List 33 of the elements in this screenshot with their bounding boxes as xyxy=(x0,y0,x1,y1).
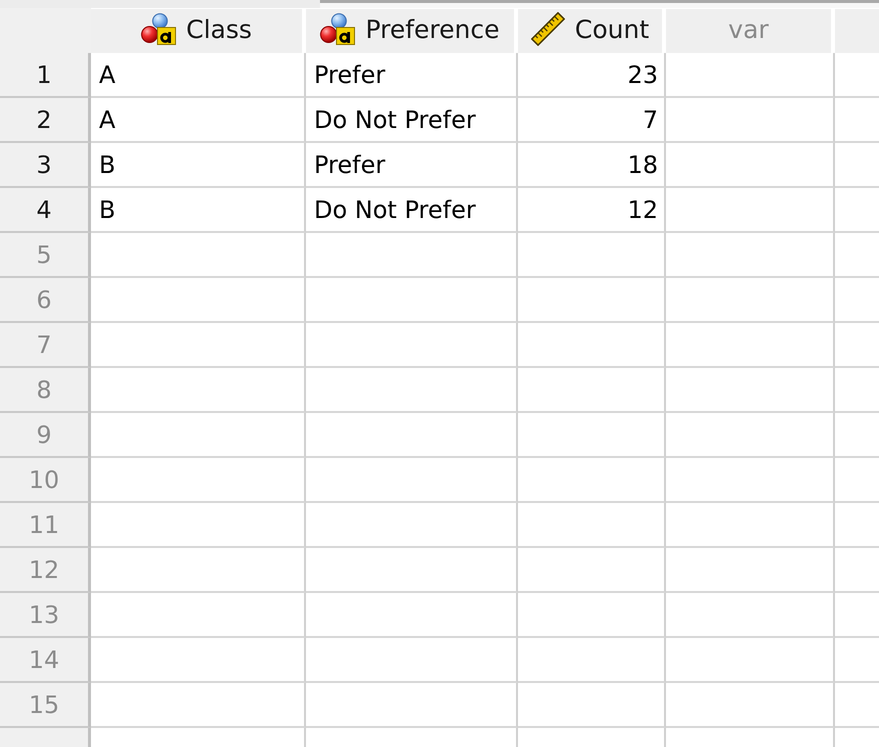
row-header: 4 xyxy=(0,188,91,233)
table-cell: A xyxy=(91,53,306,98)
table-cell: B xyxy=(91,143,306,188)
balls-icon xyxy=(141,13,176,45)
row-header: 7 xyxy=(0,323,91,368)
table-cell: 12 xyxy=(518,188,666,233)
column-header[interactable]: Preference xyxy=(306,9,514,53)
column-header[interactable]: Count xyxy=(518,9,662,53)
row-header: 8 xyxy=(0,368,91,413)
table-cell: Prefer xyxy=(306,143,518,188)
table-cell: Do Not Prefer xyxy=(306,98,518,143)
table-cell: 23 xyxy=(518,53,666,98)
table-cell: Do Not Prefer xyxy=(306,188,518,233)
table-cell: B xyxy=(91,188,306,233)
table-cell: A xyxy=(91,98,306,143)
row-header: 14 xyxy=(0,638,91,683)
row-header: 1 xyxy=(0,53,91,98)
row-header: 3 xyxy=(0,143,91,188)
row-header: 10 xyxy=(0,458,91,503)
row-header: 6 xyxy=(0,278,91,323)
column-header[interactable] xyxy=(835,9,879,53)
column-header[interactable]: Class xyxy=(91,9,302,53)
row-header: 11 xyxy=(0,503,91,548)
row-header: 5 xyxy=(0,233,91,278)
table-cell: 18 xyxy=(518,143,666,188)
table-cell: Prefer xyxy=(306,53,518,98)
table-cell: 7 xyxy=(518,98,666,143)
row-header: 12 xyxy=(0,548,91,593)
row-header: 15 xyxy=(0,683,91,728)
balls-icon xyxy=(320,13,356,45)
row-header: 13 xyxy=(0,593,91,638)
row-header: 2 xyxy=(0,98,91,143)
row-header: 9 xyxy=(0,413,91,458)
